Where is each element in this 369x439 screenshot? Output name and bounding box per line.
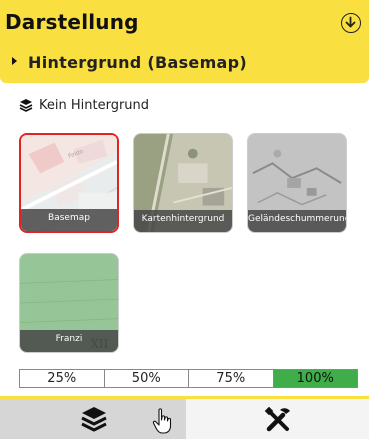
no-basemap-option[interactable]: Kein Hintergrund xyxy=(19,96,149,114)
tools-icon xyxy=(264,406,290,432)
tile-caption: Kartenhintergrund xyxy=(134,210,232,232)
caret-right-icon xyxy=(12,57,17,65)
tile-caption: Geländeschummerung (ALS) xyxy=(248,210,346,232)
hillshade-tile[interactable]: Geländeschummerung (ALS) xyxy=(247,133,347,233)
bottom-toolbar xyxy=(0,396,369,439)
tile-caption: Basemap xyxy=(21,209,117,231)
opacity-option-25[interactable]: 25% xyxy=(20,370,105,387)
layers-icon xyxy=(19,99,33,112)
kartenhintergrund-tile[interactable]: Kartenhintergrund xyxy=(133,133,233,233)
arrow-down-icon xyxy=(345,16,356,28)
basemap-section-header[interactable]: Hintergrund (Basemap) xyxy=(0,45,369,83)
opacity-selector: 25% 50% 75% 100% xyxy=(19,369,358,388)
pointer-hand-icon xyxy=(152,408,172,434)
tab-tools[interactable] xyxy=(186,399,369,439)
no-basemap-label: Kein Hintergrund xyxy=(39,97,150,113)
display-panel: Darstellung Hintergrund (Basemap) Kein H… xyxy=(0,0,369,439)
tab-layers[interactable] xyxy=(0,399,186,439)
panel-header: Darstellung xyxy=(0,0,369,45)
section-title: Hintergrund (Basemap) xyxy=(28,53,248,72)
panel-title: Darstellung xyxy=(5,10,139,34)
collapse-button[interactable] xyxy=(341,13,361,33)
franzi-tile[interactable]: XII Franzi xyxy=(19,253,119,353)
basemap-tile[interactable]: Feldn Basemap xyxy=(19,133,119,233)
layers-icon xyxy=(81,407,107,432)
opacity-option-100[interactable]: 100% xyxy=(273,370,357,387)
opacity-option-75[interactable]: 75% xyxy=(189,370,274,387)
opacity-option-50[interactable]: 50% xyxy=(104,370,189,387)
tile-caption: Franzi xyxy=(20,330,118,352)
